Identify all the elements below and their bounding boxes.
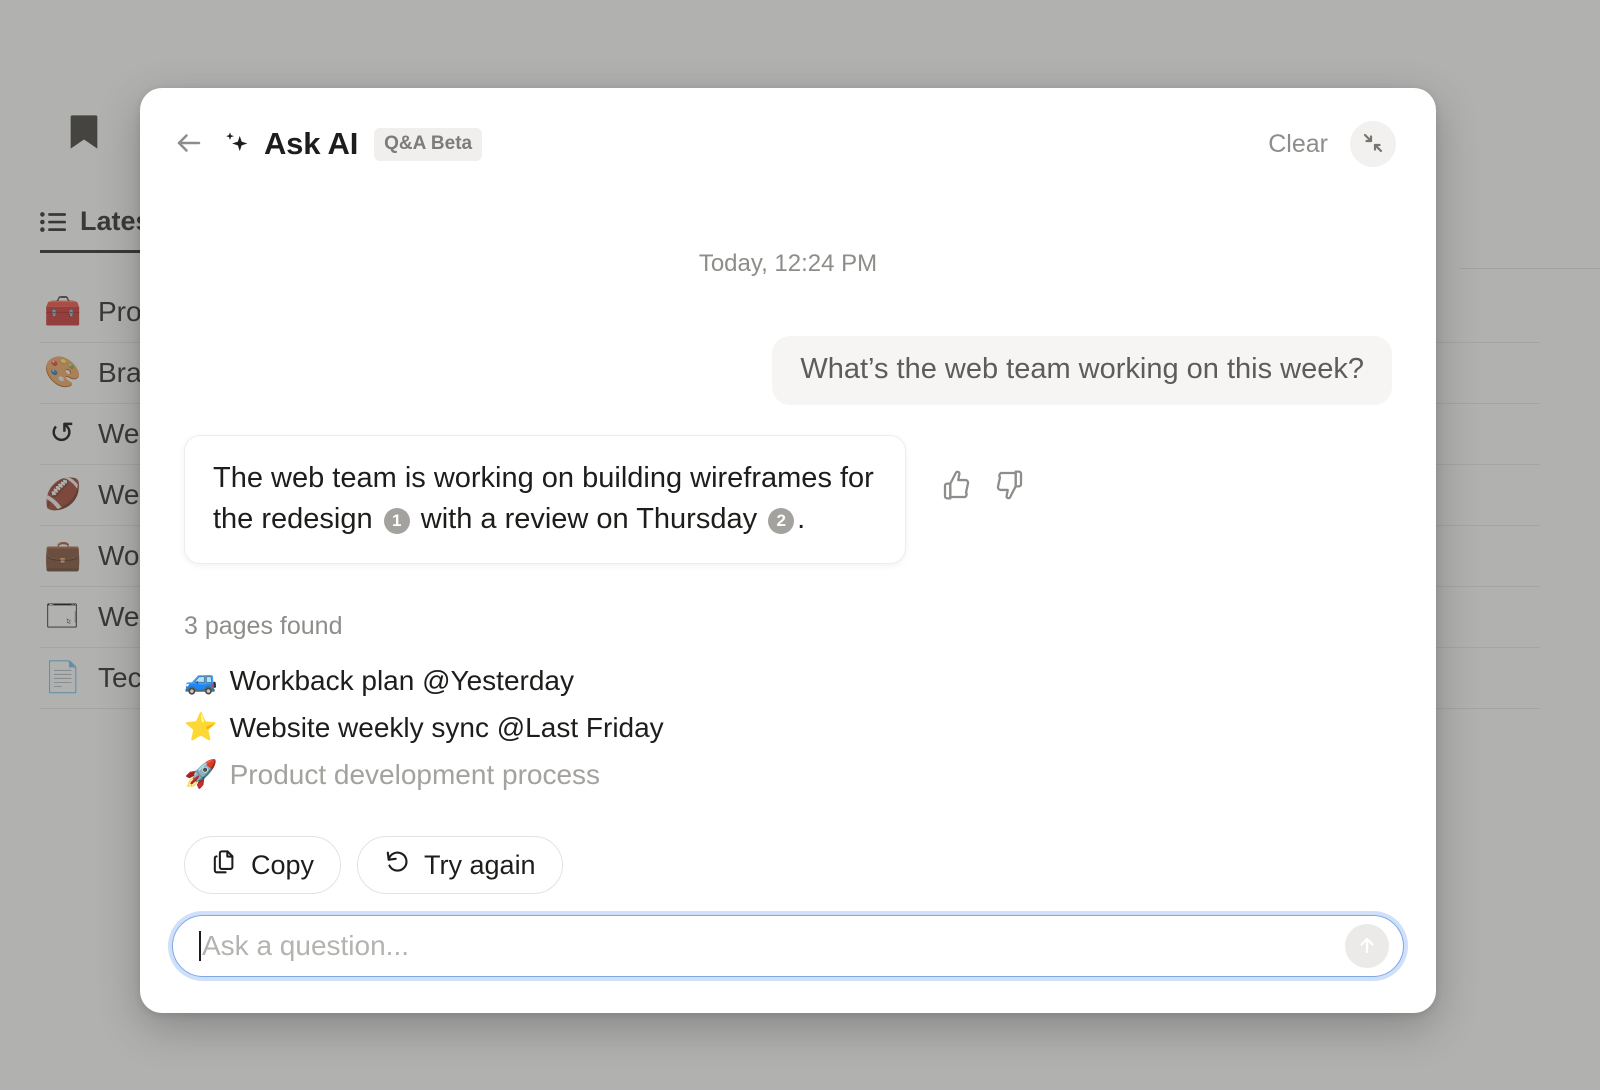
page-title: Ask AI <box>264 126 358 162</box>
thumbs-up-icon <box>941 469 973 504</box>
source-item[interactable]: 🚙 Workback plan @Yesterday <box>184 657 1392 704</box>
dialog-header-actions: Clear <box>1268 121 1396 167</box>
source-title: Workback plan @Yesterday <box>230 665 574 697</box>
ask-ai-dialog: Ask AI Q&A Beta Clear Today, 12:24 PM Wh… <box>140 88 1436 1013</box>
sparkle-icon <box>222 129 252 159</box>
refresh-icon <box>384 848 411 882</box>
composer[interactable] <box>172 915 1404 977</box>
send-button[interactable] <box>1345 924 1389 968</box>
status-badge: Q&A Beta <box>374 128 482 161</box>
assistant-message-row: The web team is working on building wire… <box>184 435 1392 564</box>
try-again-button-label: Try again <box>424 850 536 881</box>
answer-actions: Copy Try again <box>184 836 1392 894</box>
answer-text-part-3: . <box>797 503 805 535</box>
conversation-area: Today, 12:24 PM What’s the web team work… <box>140 200 1436 915</box>
sources-count-label: 3 pages found <box>184 612 1392 641</box>
sources-section: 3 pages found 🚙 Workback plan @Yesterday… <box>184 612 1392 798</box>
composer-area <box>140 915 1436 1013</box>
thumbs-down-icon <box>993 469 1025 504</box>
collapse-icon <box>1361 131 1385 158</box>
source-emoji-icon: 🚀 <box>184 761 218 788</box>
assistant-message-bubble: The web team is working on building wire… <box>184 435 906 564</box>
feedback-controls <box>940 469 1026 503</box>
text-caret <box>199 931 201 961</box>
copy-button[interactable]: Copy <box>184 836 341 894</box>
user-message-bubble: What’s the web team working on this week… <box>772 336 1392 405</box>
copy-icon <box>211 848 238 882</box>
citation-badge-1[interactable]: 1 <box>384 508 410 534</box>
clear-button[interactable]: Clear <box>1268 130 1328 159</box>
source-emoji-icon: ⭐ <box>184 714 218 741</box>
dialog-header: Ask AI Q&A Beta Clear <box>140 88 1436 200</box>
thumbs-down-button[interactable] <box>992 469 1026 503</box>
source-title: Website weekly sync @Last Friday <box>230 712 664 744</box>
try-again-button[interactable]: Try again <box>357 836 563 894</box>
source-item[interactable]: 🚀 Product development process <box>184 751 1392 798</box>
back-button[interactable] <box>168 123 210 165</box>
question-input[interactable] <box>202 916 1377 976</box>
source-emoji-icon: 🚙 <box>184 667 218 694</box>
citation-badge-2[interactable]: 2 <box>768 508 794 534</box>
thumbs-up-button[interactable] <box>940 469 974 503</box>
copy-button-label: Copy <box>251 850 314 881</box>
user-message-row: What’s the web team working on this week… <box>184 336 1392 405</box>
conversation-timestamp: Today, 12:24 PM <box>184 250 1392 278</box>
answer-text-part-2: with a review on Thursday <box>421 503 757 535</box>
collapse-button[interactable] <box>1350 121 1396 167</box>
source-title: Product development process <box>230 759 600 791</box>
arrow-up-icon <box>1355 933 1379 960</box>
dialog-title-group: Ask AI Q&A Beta <box>222 126 482 162</box>
source-item[interactable]: ⭐ Website weekly sync @Last Friday <box>184 704 1392 751</box>
arrow-left-icon <box>174 128 204 161</box>
